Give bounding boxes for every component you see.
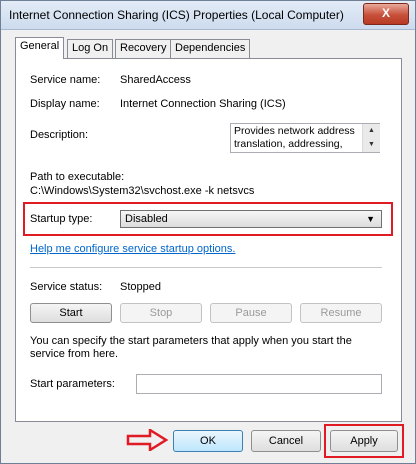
general-tab-panel [15, 58, 402, 422]
tab-dependencies[interactable]: Dependencies [170, 39, 251, 58]
tab-recovery[interactable]: Recovery [115, 39, 172, 58]
description-label: Description: [30, 129, 89, 141]
pointer-arrow-icon [126, 429, 168, 451]
service-name-label: Service name: [30, 74, 101, 86]
start-button[interactable]: Start [30, 303, 112, 323]
properties-dialog: Internet Connection Sharing (ICS) Proper… [0, 0, 416, 464]
service-name-value: SharedAccess [120, 74, 191, 86]
start-params-note: You can specify the start parameters tha… [30, 335, 352, 360]
resume-button[interactable]: Resume [300, 303, 382, 323]
separator [30, 267, 382, 268]
service-status-label: Service status: [30, 281, 103, 293]
startup-type-label: Startup type: [30, 213, 93, 225]
help-link[interactable]: Help me configure service startup option… [30, 243, 235, 255]
close-button[interactable]: X [363, 3, 409, 25]
scroll-up-icon[interactable]: ▲ [368, 127, 375, 135]
cancel-button[interactable]: Cancel [251, 430, 321, 452]
apply-button[interactable]: Apply [330, 430, 398, 452]
path-label: Path to executable: [30, 171, 125, 183]
tab-general[interactable]: General [15, 37, 65, 59]
stop-button[interactable]: Stop [120, 303, 202, 323]
display-name-value: Internet Connection Sharing (ICS) [120, 98, 286, 110]
close-icon: X [381, 6, 390, 20]
dropdown-arrow-icon: ▼ [366, 214, 375, 224]
startup-type-dropdown[interactable]: Disabled ▼ [120, 210, 382, 228]
pause-button[interactable]: Pause [210, 303, 292, 323]
description-textbox[interactable]: Provides network address translation, ad… [230, 123, 380, 153]
startup-type-value: Disabled [125, 213, 168, 225]
start-params-input[interactable] [136, 374, 382, 394]
display-name-label: Display name: [30, 98, 100, 110]
path-value: C:\Windows\System32\svchost.exe -k netsv… [30, 185, 255, 197]
description-scrollbar[interactable]: ▲ ▼ [362, 124, 380, 152]
start-params-label: Start parameters: [30, 378, 115, 390]
tab-log-on[interactable]: Log On [67, 39, 114, 58]
ok-button[interactable]: OK [173, 430, 243, 452]
title-bar: Internet Connection Sharing (ICS) Proper… [1, 1, 415, 30]
scroll-down-icon[interactable]: ▼ [368, 141, 375, 149]
window-title: Internet Connection Sharing (ICS) Proper… [9, 8, 344, 22]
service-status-value: Stopped [120, 281, 161, 293]
